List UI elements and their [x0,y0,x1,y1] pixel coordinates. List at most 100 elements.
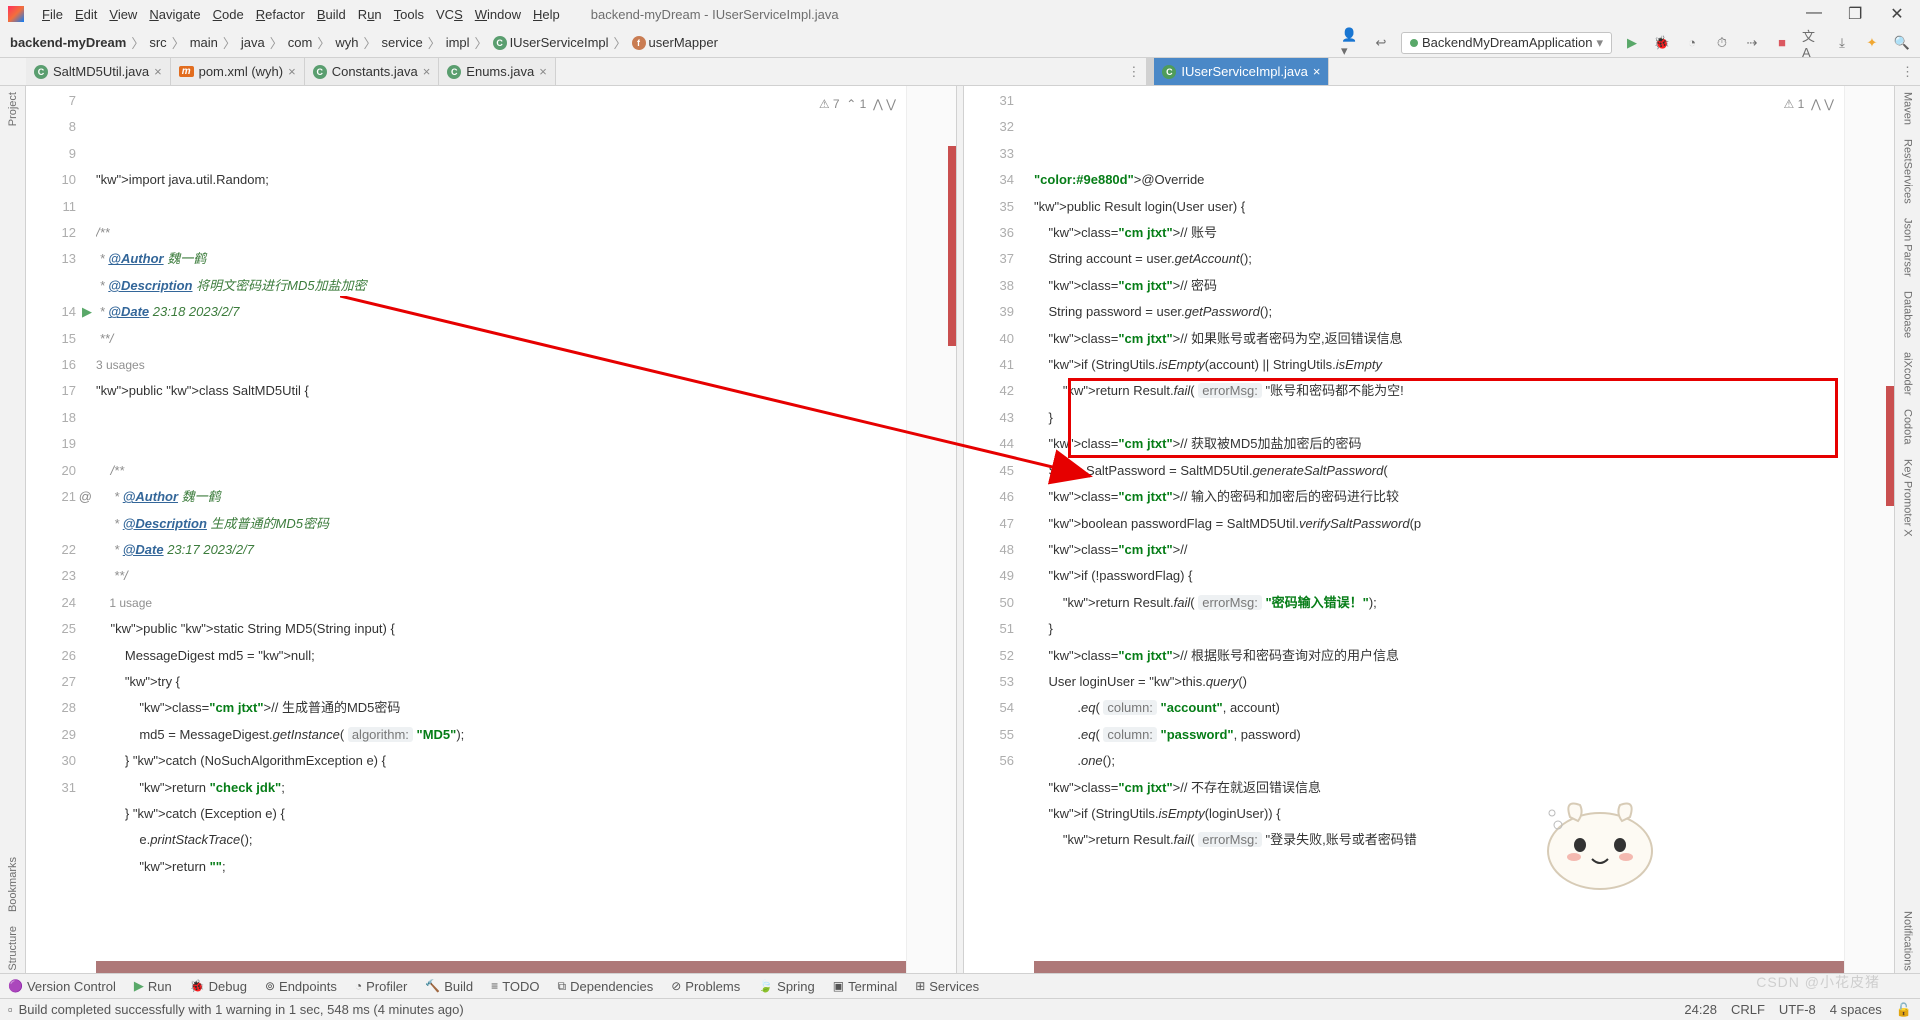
close-icon[interactable]: × [423,64,431,79]
tab-iuserserviceimpl[interactable]: CIUserServiceImpl.java× [1154,58,1329,85]
gutter: 3132333435363738394041424344454647484950… [964,86,1034,973]
close-icon[interactable]: × [1313,64,1321,79]
window-close-icon[interactable]: ✕ [1890,4,1904,24]
crumb[interactable]: java [239,35,267,50]
editor-tabs: CSaltMD5Util.java× mpom.xml (wyh)× CCons… [0,58,1920,86]
tool-project[interactable]: Project [7,90,19,128]
crumb[interactable]: main [188,35,220,50]
menu-refactor[interactable]: Refactor [250,7,311,22]
inspection-widget[interactable]: ⚠ 7 ⌃ 1 ⋀ ⋁ [815,90,900,118]
file-encoding[interactable]: UTF-8 [1779,1002,1816,1018]
tool-jsonparser[interactable]: Json Parser [1902,216,1914,279]
indent[interactable]: 4 spaces [1830,1002,1882,1018]
tool-run[interactable]: ▶ Run [134,978,172,994]
tab-pom[interactable]: mpom.xml (wyh)× [171,58,305,85]
readonly-icon[interactable]: 🔓 [1896,1002,1912,1018]
tool-structure[interactable]: Structure [7,924,19,973]
close-icon[interactable]: × [539,64,547,79]
horizontal-scrollbar[interactable] [1034,961,1844,973]
attach-icon[interactable]: ⇢ [1742,33,1762,53]
crumb[interactable]: src [147,35,168,50]
code-area[interactable]: ⚠ 1 ⋀ ⋁ "color:#9e880d">@Override"kw">pu… [1034,86,1844,973]
left-tool-strip: Project Bookmarks Structure [0,86,26,973]
crumb-field[interactable]: fuserMapper [630,35,720,51]
tool-restservices[interactable]: RestServices [1902,137,1914,206]
tool-vcs[interactable]: 🟣 Version Control [8,979,116,994]
user-icon[interactable]: 👤▾ [1341,33,1361,53]
tool-database[interactable]: Database [1902,289,1914,340]
tool-debug[interactable]: 🐞 Debug [190,979,247,994]
tab-saltmd5util[interactable]: CSaltMD5Util.java× [26,58,171,85]
inspection-widget[interactable]: ⚠ 1 ⋀ ⋁ [1780,90,1838,118]
menu-navigate[interactable]: Navigate [143,7,206,22]
line-separator[interactable]: CRLF [1731,1002,1765,1018]
crumb[interactable]: wyh [333,35,360,50]
crumb[interactable]: com [286,35,315,50]
tool-profiler[interactable]: ◔ Profiler [355,979,407,994]
window-minimize-icon[interactable]: — [1806,4,1820,24]
menu-help[interactable]: Help [527,7,566,22]
menu-tools[interactable]: Tools [388,7,430,22]
menu-file[interactable]: File [36,7,69,22]
menu-build[interactable]: Build [311,7,352,22]
minimap[interactable] [1844,86,1894,973]
menu-window[interactable]: Window [469,7,527,22]
tool-bookmarks[interactable]: Bookmarks [7,855,19,914]
profiler-icon[interactable]: ⏱ [1712,33,1732,53]
tool-services[interactable]: ⊞ Services [915,979,979,994]
crumb-class[interactable]: CIUserServiceImpl [491,35,611,51]
crumb[interactable]: impl [444,35,472,50]
titlebar: File Edit View Navigate Code Refactor Bu… [0,0,1920,28]
editor-splitter[interactable] [956,86,964,973]
tool-problems[interactable]: ⊘ Problems [671,979,740,994]
run-icon[interactable]: ▶ [1622,33,1642,53]
git-update-icon[interactable]: ⤓ [1832,33,1852,53]
menu-vcs[interactable]: VCS [430,7,469,22]
coverage-icon[interactable]: ◔ [1682,33,1702,53]
tool-aixcoder[interactable]: aiXcoder [1902,350,1914,397]
close-icon[interactable]: × [288,64,296,79]
translate-icon[interactable]: 文A [1802,33,1822,53]
editor-pane-left[interactable]: 78910111213 14▶15161718192021@ 222324252… [26,86,956,973]
tool-build[interactable]: 🔨 Build [425,979,473,994]
window-maximize-icon[interactable]: ❐ [1848,4,1862,24]
search-icon[interactable]: 🔍 [1892,33,1912,53]
tool-notifications[interactable]: Notifications [1902,909,1914,973]
tab-menu-icon[interactable]: ⋮ [1121,58,1146,85]
tab-constants[interactable]: CConstants.java× [305,58,440,85]
bottom-tool-strip: 🟣 Version Control ▶ Run 🐞 Debug ⊚ Endpoi… [0,973,1920,998]
right-tool-strip: Maven RestServices Json Parser Database … [1894,86,1920,973]
minimap[interactable] [906,86,956,973]
code-area[interactable]: ⚠ 7 ⌃ 1 ⋀ ⋁ "kw">import java.util.Random… [96,86,906,973]
close-icon[interactable]: × [154,64,162,79]
run-configuration-selector[interactable]: BackendMyDreamApplication ▾ [1401,32,1612,54]
debug-icon[interactable]: 🐞 [1652,33,1672,53]
tool-spring[interactable]: 🍃 Spring [758,979,815,994]
horizontal-scrollbar[interactable] [96,961,906,973]
status-message: Build completed successfully with 1 warn… [19,1002,464,1017]
back-icon[interactable]: ↩ [1371,33,1391,53]
menu-edit[interactable]: Edit [69,7,103,22]
ide-logo-icon [8,6,24,22]
ai-icon[interactable]: ✦ [1862,33,1882,53]
tool-keypromoter[interactable]: Key Promoter X [1902,457,1914,539]
editor-pane-right[interactable]: 3132333435363738394041424344454647484950… [964,86,1894,973]
stop-icon[interactable]: ■ [1772,33,1792,53]
menu-run[interactable]: Run [352,7,388,22]
spring-icon [1410,39,1418,47]
tool-codota[interactable]: Codota [1902,407,1914,446]
tool-terminal[interactable]: ▣ Terminal [833,979,897,994]
tab-enums[interactable]: CEnums.java× [439,58,556,85]
crumb[interactable]: backend-myDream [8,35,128,50]
caret-position[interactable]: 24:28 [1684,1002,1717,1018]
tool-todo[interactable]: ≡ TODO [491,979,539,994]
tool-endpoints[interactable]: ⊚ Endpoints [265,979,337,994]
tab-menu-icon[interactable]: ⋮ [1895,58,1920,85]
menu-code[interactable]: Code [207,7,250,22]
tool-dependencies[interactable]: ⧉ Dependencies [558,979,654,994]
window-title: backend-myDream - IUserServiceImpl.java [591,7,839,22]
crumb[interactable]: service [380,35,425,50]
menu-view[interactable]: View [103,7,143,22]
status-icon[interactable]: ▫ [8,1002,13,1017]
tool-maven[interactable]: Maven [1902,90,1914,127]
